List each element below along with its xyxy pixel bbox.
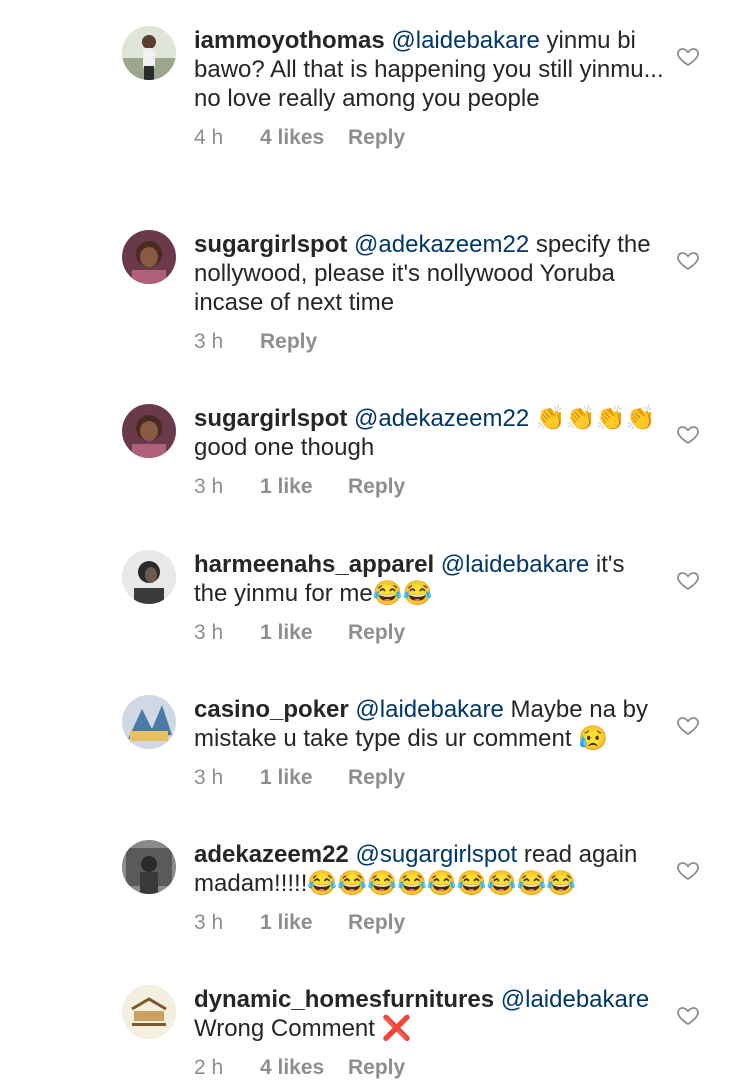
comment-likes[interactable]: 1 like <box>260 911 348 935</box>
comment-mention[interactable]: @laidebakare <box>441 551 589 578</box>
comment-mention[interactable]: @laidebakare <box>391 27 539 54</box>
comment-time: 4 h <box>194 126 224 149</box>
comment-text: harmeenahs_apparel @laidebakare it's the… <box>194 550 664 608</box>
comment-time: 3 h <box>194 621 224 644</box>
comment-time: 3 h <box>194 475 224 498</box>
avatar[interactable] <box>122 985 176 1039</box>
comment-meta: 4 h 4 likes Reply <box>194 123 664 153</box>
comment-likes[interactable]: 1 like <box>260 475 348 499</box>
comment-text: iammoyothomas @laidebakare yinmu bi bawo… <box>194 26 664 113</box>
reply-button[interactable]: Reply <box>348 766 405 790</box>
comment-text: dynamic_homesfurnitures @laidebakare Wro… <box>194 985 664 1043</box>
heart-outline-icon[interactable] <box>676 858 700 882</box>
reply-button[interactable]: Reply <box>348 621 405 645</box>
comment-username[interactable]: casino_poker <box>194 696 349 723</box>
comment-mention[interactable]: @sugargirlspot <box>355 841 517 868</box>
avatar[interactable] <box>122 230 176 284</box>
comment-mention[interactable]: @laidebakare <box>501 986 649 1013</box>
comment-likes[interactable]: 4 likes <box>260 1056 348 1080</box>
comment-body: Wrong Comment ❌ <box>194 1015 412 1042</box>
heart-outline-icon[interactable] <box>676 44 700 68</box>
avatar[interactable] <box>122 404 176 458</box>
comment-mention[interactable]: @adekazeem22 <box>354 405 529 432</box>
comment-meta: 3 h 1 like Reply <box>194 908 664 938</box>
comment-meta: 3 h 1 like Reply <box>194 472 664 502</box>
comment-mention[interactable]: @laidebakare <box>355 696 503 723</box>
comment-username[interactable]: sugargirlspot <box>194 405 347 432</box>
reply-button[interactable]: Reply <box>348 126 405 150</box>
comment-username[interactable]: adekazeem22 <box>194 841 349 868</box>
avatar[interactable] <box>122 840 176 894</box>
heart-outline-icon[interactable] <box>676 568 700 592</box>
comment-text: sugargirlspot @adekazeem22 👏👏👏👏 good one… <box>194 404 664 462</box>
avatar[interactable] <box>122 26 176 80</box>
heart-outline-icon[interactable] <box>676 422 700 446</box>
avatar[interactable] <box>122 695 176 749</box>
comment-likes[interactable]: 1 like <box>260 621 348 645</box>
comment-time: 3 h <box>194 911 224 934</box>
comment-mention[interactable]: @adekazeem22 <box>354 231 529 258</box>
comment-meta: 2 h 4 likes Reply <box>194 1053 664 1083</box>
comment-text: sugargirlspot @adekazeem22 specify the n… <box>194 230 664 317</box>
reply-button[interactable]: Reply <box>348 475 405 499</box>
heart-outline-icon[interactable] <box>676 713 700 737</box>
comments-list: iammoyothomas @laidebakare yinmu bi bawo… <box>0 0 739 1080</box>
comment-text: adekazeem22 @sugargirlspot read again ma… <box>194 840 664 898</box>
heart-outline-icon[interactable] <box>676 1003 700 1027</box>
comment-username[interactable]: sugargirlspot <box>194 231 347 258</box>
comment-time: 2 h <box>194 1056 224 1079</box>
comment-likes[interactable]: 1 like <box>260 766 348 790</box>
comment-time: 3 h <box>194 330 224 353</box>
comment-meta: 3 h 1 like Reply <box>194 763 664 793</box>
comment-likes[interactable]: 4 likes <box>260 126 348 150</box>
comment-username[interactable]: dynamic_homesfurnitures <box>194 986 494 1013</box>
reply-button[interactable]: Reply <box>348 911 405 935</box>
reply-button[interactable]: Reply <box>348 1056 405 1080</box>
comment-time: 3 h <box>194 766 224 789</box>
comment-meta: 3 h 1 like Reply <box>194 618 664 648</box>
reply-button[interactable]: Reply <box>260 330 317 354</box>
comment-meta: 3 h Reply <box>194 327 664 357</box>
avatar[interactable] <box>122 550 176 604</box>
heart-outline-icon[interactable] <box>676 248 700 272</box>
comment-username[interactable]: iammoyothomas <box>194 27 385 54</box>
comment-text: casino_poker @laidebakare Maybe na by mi… <box>194 695 664 753</box>
comment-username[interactable]: harmeenahs_apparel <box>194 551 434 578</box>
